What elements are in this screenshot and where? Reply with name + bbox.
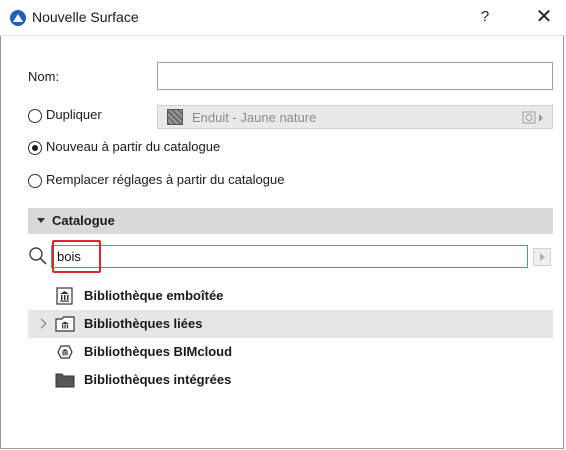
list-item[interactable]: Bibliothèques intégrées xyxy=(28,366,553,394)
list-item[interactable]: Bibliothèque emboîtée xyxy=(28,282,553,310)
radio-dupliquer-label[interactable]: Dupliquer xyxy=(46,107,102,122)
list-item-label: Bibliothèques BIMcloud xyxy=(84,344,233,359)
collapse-triangle-icon[interactable] xyxy=(37,218,45,223)
help-button[interactable]: ? xyxy=(474,6,496,28)
list-item[interactable]: Bibliothèques BIMcloud xyxy=(28,338,553,366)
duplicate-source-value: Enduit - Jaune nature xyxy=(192,110,317,125)
radio-remplacer-label[interactable]: Remplacer réglages à partir du catalogue xyxy=(46,172,284,187)
radio-remplacer-circle[interactable] xyxy=(28,174,42,188)
title-bar: Nouvelle Surface ? ✕ xyxy=(0,0,566,36)
library-icon xyxy=(56,287,73,305)
material-swatch-icon xyxy=(167,109,183,125)
catalogue-title: Catalogue xyxy=(52,213,115,228)
bimcloud-library-icon xyxy=(57,345,73,359)
archicad-app-icon xyxy=(10,10,26,26)
radio-dupliquer-circle[interactable] xyxy=(28,109,42,123)
catalogue-search-input[interactable]: bois xyxy=(51,245,528,268)
browse-arrow-icon xyxy=(522,111,543,124)
expand-chevron-icon[interactable] xyxy=(36,318,47,329)
list-item-label: Bibliothèques liées xyxy=(84,316,203,331)
linked-library-icon xyxy=(55,316,75,332)
duplicate-source-field: Enduit - Jaune nature xyxy=(157,105,553,129)
search-highlight-box xyxy=(52,240,101,273)
list-item-label: Bibliothèque emboîtée xyxy=(84,288,224,303)
search-icon xyxy=(29,247,47,265)
catalogue-section-header[interactable]: Catalogue xyxy=(28,208,553,234)
close-button[interactable]: ✕ xyxy=(532,6,556,28)
nom-label: Nom: xyxy=(28,69,60,84)
radio-nouveau-circle[interactable] xyxy=(28,141,42,155)
catalogue-list: Bibliothèque emboîtée Bibliothèques liée… xyxy=(28,282,553,394)
list-item-selected[interactable]: Bibliothèques liées xyxy=(28,310,553,338)
search-go-button[interactable] xyxy=(533,248,551,266)
dialog-title: Nouvelle Surface xyxy=(32,9,139,25)
nom-field[interactable] xyxy=(157,62,553,90)
folder-icon xyxy=(55,373,75,388)
radio-nouveau-label[interactable]: Nouveau à partir du catalogue xyxy=(46,139,220,154)
list-item-label: Bibliothèques intégrées xyxy=(84,372,232,387)
